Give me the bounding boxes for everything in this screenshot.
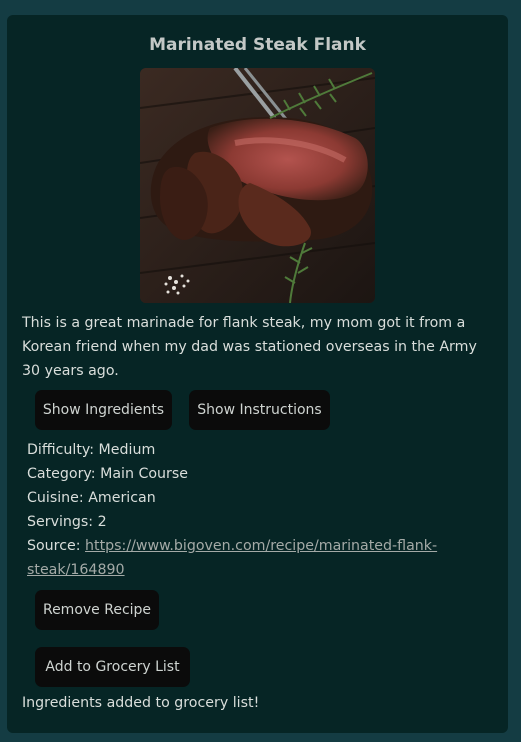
remove-recipe-button[interactable]: Remove Recipe — [35, 590, 159, 630]
category-row: Category: Main Course — [27, 462, 492, 486]
show-ingredients-button[interactable]: Show Ingredients — [35, 390, 172, 430]
cuisine-label: Cuisine: — [27, 490, 84, 506]
cuisine-value: American — [88, 490, 156, 506]
source-label: Source: — [27, 538, 81, 554]
recipe-card: Marinated Steak Flank This is a great ma… — [7, 15, 508, 733]
add-to-grocery-list-button[interactable]: Add to Grocery List — [35, 647, 190, 687]
recipe-title: Marinated Steak Flank — [149, 35, 366, 55]
servings-value: 2 — [97, 514, 107, 530]
difficulty-row: Difficulty: Medium — [27, 438, 492, 462]
difficulty-value: Medium — [98, 442, 156, 458]
recipe-image — [140, 68, 375, 303]
source-link[interactable]: https://www.bigoven.com/recipe/marinated… — [27, 538, 437, 578]
difficulty-label: Difficulty: — [27, 442, 95, 458]
servings-label: Servings: — [27, 514, 94, 530]
cuisine-row: Cuisine: American — [27, 486, 492, 510]
show-instructions-button[interactable]: Show Instructions — [189, 390, 330, 430]
recipe-details: Difficulty: Medium Category: Main Course… — [27, 438, 492, 582]
recipe-description: This is a great marinade for flank steak… — [22, 315, 477, 379]
source-row: Source: https://www.bigoven.com/recipe/m… — [27, 534, 492, 582]
category-label: Category: — [27, 466, 96, 482]
category-value: Main Course — [100, 466, 188, 482]
steak-photo-illustration — [140, 68, 375, 303]
servings-row: Servings: 2 — [27, 510, 492, 534]
status-message: Ingredients added to grocery list! — [22, 695, 260, 711]
